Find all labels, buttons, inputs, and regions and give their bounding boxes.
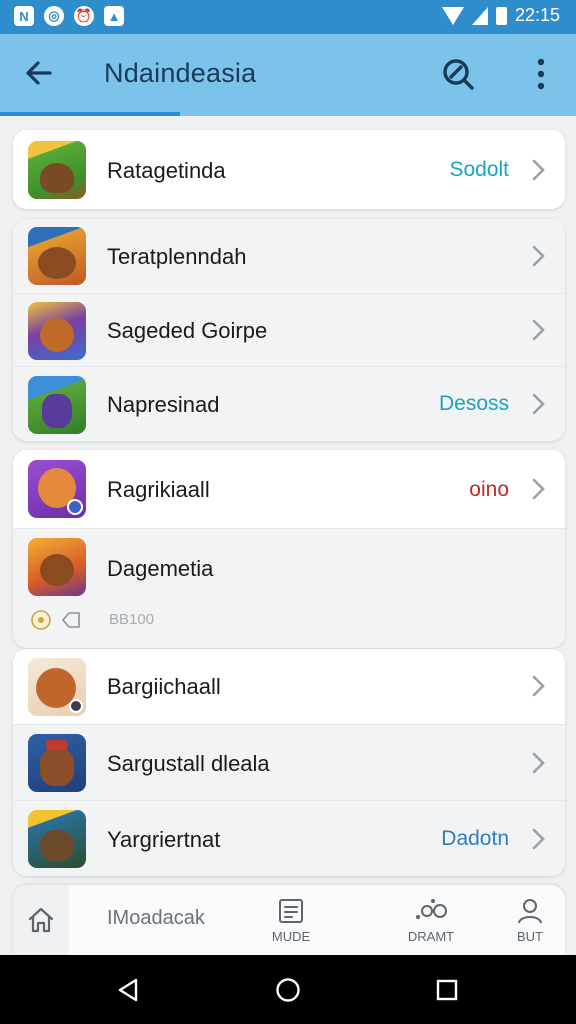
section-card-2: Terаtplenndah Sageded Goirpe Napresinad …	[13, 219, 565, 441]
bottom-nav: IMoadacak MUDE DRAMT BUT	[13, 885, 565, 955]
nav-label: DRAMT	[407, 928, 455, 944]
chevron-right-icon	[532, 752, 545, 774]
list-item[interactable]: Sageded Goirpe	[13, 293, 565, 366]
system-home-icon[interactable]	[275, 977, 301, 1003]
list-item[interactable]: Napresinad Desoss	[13, 366, 565, 441]
list-item-label: Napresinad	[107, 392, 220, 417]
list-item-label: Ragrikiaall	[107, 477, 210, 502]
app-bar: Ndaindeasia	[0, 34, 576, 116]
list-item-label: Ratagetinda	[107, 158, 226, 183]
list-item[interactable]: Yargriertnat Dadotn	[13, 800, 565, 876]
home-icon	[28, 907, 54, 933]
alarm-icon: ⏰	[74, 6, 94, 26]
list-item[interactable]: Dagemetia BB100	[13, 528, 565, 648]
tag-icon	[61, 612, 80, 628]
list-item-label: Dagemetia	[107, 556, 214, 581]
chevron-right-icon	[532, 478, 545, 500]
game-thumb-icon	[28, 141, 86, 199]
list-item-label: Sageded Goirpe	[107, 318, 268, 343]
nav-but[interactable]: BUT	[495, 885, 565, 955]
game-thumb-icon	[28, 302, 86, 360]
list-item[interactable]: Terаtplenndah	[13, 219, 565, 293]
notification-n-icon: N	[14, 6, 34, 26]
location-icon: ◎	[44, 6, 64, 26]
status-time: 22:15	[514, 5, 560, 25]
chevron-right-icon	[532, 828, 545, 850]
system-recents-icon[interactable]	[436, 979, 458, 1001]
nav-main-label[interactable]: IMoadacak	[107, 907, 205, 930]
list-item[interactable]: Ragrikiaall oino	[13, 450, 565, 528]
signal-icon	[471, 6, 488, 25]
chevron-right-icon	[532, 245, 545, 267]
list-item[interactable]: Bargiichaall	[13, 649, 565, 724]
status-bar: N ◎ ⏰ ▲ 22:15	[0, 0, 576, 34]
system-nav-bar	[0, 955, 576, 1024]
list-item-label: Sargustall dleala	[107, 751, 270, 776]
game-thumb-icon	[28, 538, 86, 596]
section-card-4: Bargiichaall Sargustall dleala Yargriert…	[13, 649, 565, 876]
game-thumb-icon	[28, 734, 86, 792]
back-arrow-icon[interactable]	[22, 56, 56, 90]
chevron-right-icon	[532, 159, 545, 181]
nav-dramt[interactable]: DRAMT	[393, 885, 469, 955]
user-icon	[518, 898, 542, 923]
search-icon[interactable]	[440, 56, 476, 92]
list-item-label: Yargriertnat	[107, 827, 221, 852]
list-item-subtext: BB100	[109, 611, 155, 628]
list-item-value: Desoss	[438, 392, 509, 415]
game-thumb-icon	[28, 658, 86, 716]
wifi-icon	[441, 6, 464, 25]
nav-mude[interactable]: MUDE	[253, 885, 329, 955]
tab-indicator	[0, 112, 180, 116]
people-icon	[416, 898, 447, 919]
app-icon: ▲	[104, 6, 124, 26]
more-options-icon[interactable]	[526, 56, 556, 92]
list-item-label: Terаtplenndah	[107, 244, 247, 269]
system-back-icon[interactable]	[116, 977, 140, 1003]
nav-home[interactable]	[13, 885, 69, 955]
game-thumb-icon	[28, 376, 86, 434]
badge-icon	[31, 610, 51, 630]
list-item-value: Sodolt	[449, 158, 509, 181]
chevron-right-icon	[532, 675, 545, 697]
game-thumb-icon	[28, 460, 86, 518]
game-thumb-icon	[28, 810, 86, 868]
chevron-right-icon	[532, 393, 545, 415]
page-title: Ndaindeasia	[104, 58, 257, 88]
list-item-value: oino	[469, 478, 509, 501]
list-item-value: Dadotn	[441, 827, 509, 850]
document-icon	[279, 898, 303, 923]
list-item-label: Bargiichaall	[107, 674, 221, 699]
list-item[interactable]: Ratagetinda Sodolt	[13, 130, 565, 209]
game-thumb-icon	[28, 227, 86, 285]
list-item[interactable]: Sargustall dleala	[13, 724, 565, 800]
nav-label: BUT	[517, 928, 543, 944]
nav-label: MUDE	[271, 928, 311, 944]
battery-icon	[495, 6, 507, 25]
section-card-3: Ragrikiaall oino Dagemetia BB100	[13, 450, 565, 648]
chevron-right-icon	[532, 319, 545, 341]
section-card-1: Ratagetinda Sodolt	[13, 130, 565, 209]
